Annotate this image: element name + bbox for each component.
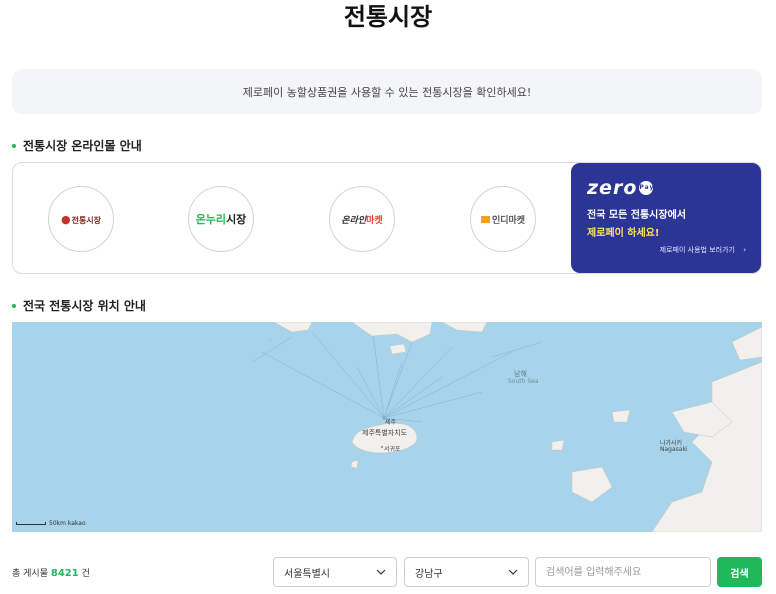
search-input[interactable] [535,557,711,587]
total-count: 총 게시물 8421 건 [12,568,90,579]
online-mall-list: ●전통시장 온누리시장 온라인마켓 인디마켓 zero Pay 전국 모든 전통시… [12,162,762,274]
indi-badge-icon [480,215,490,223]
mall-logo-indi-market: 인디마켓 [480,213,525,226]
chevron-right-icon: › [743,246,746,254]
zeropay-banner[interactable]: zero Pay 전국 모든 전통시장에서 제로페이 하세요! 제로페이 사용법 … [571,163,761,273]
pay-badge-icon: Pay [639,181,653,195]
chevron-down-icon [508,569,518,575]
map-label-nagasaki-en: Nagasaki [660,446,688,453]
region-select[interactable]: 서울특별시 [273,557,397,587]
mall-link-indi-market[interactable]: 인디마켓 [470,186,536,252]
map-label-jeju-city: 제주 [385,419,397,426]
notice-banner: 제로페이 농할상품권을 사용할 수 있는 전통시장을 확인하세요! [12,69,762,114]
market-map[interactable]: · 제주특별자치도 제주 서귀포 남해 South Sea 나가사키 Nagas… [12,322,762,532]
district-select[interactable]: 강남구 [404,557,529,587]
bullet-dot-icon [12,143,16,148]
mall-logo-jeontong: ●전통시장 [60,212,102,226]
total-count-value: 8421 [50,568,79,579]
search-button[interactable]: 검색 [717,557,762,587]
zeropay-headline: 전국 모든 전통시장에서 [587,210,686,221]
mall-link-jeontong[interactable]: ●전통시장 [48,186,114,252]
mall-logo-onnuri: 온누리시장 [195,213,247,226]
location-section-title: 전국 전통시장 위치 안내 [12,297,146,314]
map-canvas [251,322,762,532]
chevron-down-icon [376,569,386,575]
market-mascot-icon: ● [60,212,71,226]
scale-bar-icon [16,522,46,525]
zeropay-subheadline: 제로페이 하세요! [587,228,660,239]
map-label-jeju-province: 제주특별자치도 [362,429,408,437]
online-mall-section-title: 전통시장 온라인몰 안내 [12,137,142,154]
mall-logo-online-market: 온라인마켓 [341,215,383,226]
notice-text: 제로페이 농할상품권을 사용할 수 있는 전통시장을 확인하세요! [242,85,532,99]
bullet-dot-icon [12,303,16,308]
map-label-seogwipo: 서귀포 [384,446,401,453]
zeropay-howto-link[interactable]: 제로페이 사용법 보러가기 › [660,245,746,255]
zeropay-logo: zero Pay [587,177,655,199]
map-scale: 50km kakao [16,520,86,527]
section-title-text: 전통시장 온라인몰 안내 [23,139,142,153]
section-title-text: 전국 전통시장 위치 안내 [23,299,146,313]
mall-link-onnuri[interactable]: 온누리시장 [188,186,254,252]
mall-link-online-market[interactable]: 온라인마켓 [329,186,395,252]
kakao-logo: kakao [67,520,86,527]
page-title: 전통시장 [343,3,433,31]
map-label-south-sea-en: South Sea [508,378,539,385]
